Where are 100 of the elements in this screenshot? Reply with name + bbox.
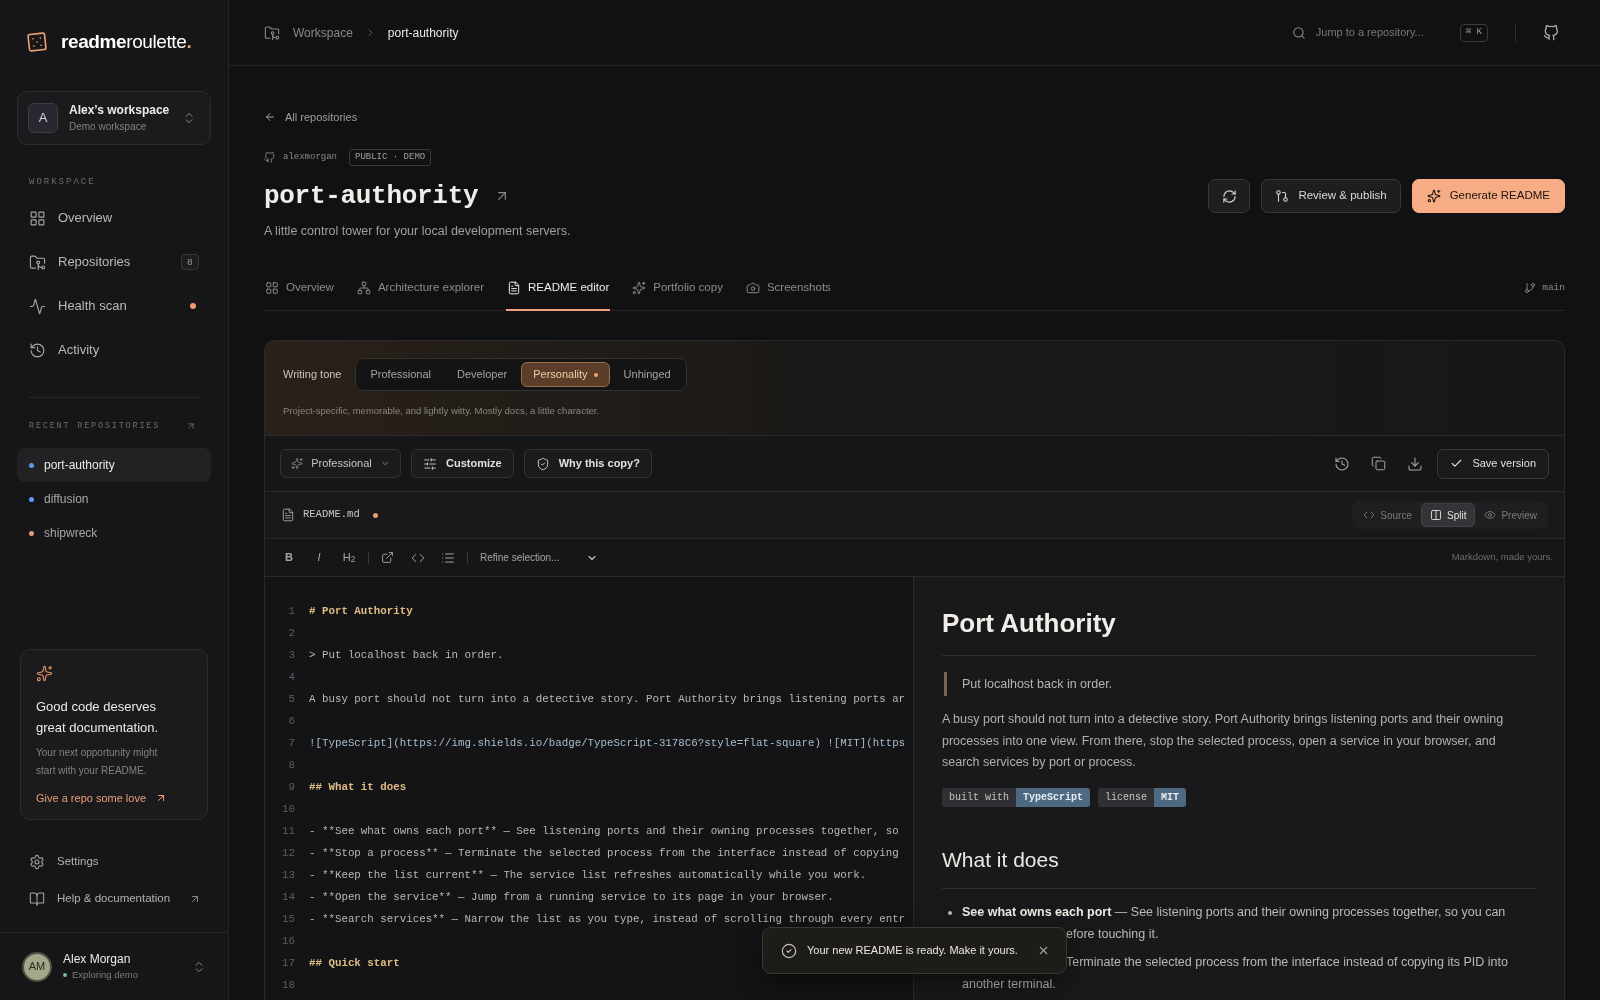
tab[interactable]: Architecture explorer xyxy=(355,267,486,311)
external-link-icon[interactable] xyxy=(381,551,394,564)
download-icon[interactable] xyxy=(1407,455,1424,472)
toolbar-button[interactable]: Customize xyxy=(411,449,514,478)
search-icon[interactable] xyxy=(1291,25,1306,40)
view-tab[interactable]: Preview xyxy=(1475,503,1546,527)
line-number: 2 xyxy=(287,625,295,641)
line-number: 12 xyxy=(281,845,295,861)
generate-button[interactable]: Generate README xyxy=(1411,179,1565,213)
tab[interactable]: Screenshots xyxy=(744,267,832,311)
line-number: 8 xyxy=(287,757,295,773)
branch-icon xyxy=(1524,282,1537,294)
file-name: README.md xyxy=(303,507,360,523)
nav-item[interactable]: Overview xyxy=(17,196,211,240)
breadcrumb-link[interactable]: port-authority xyxy=(387,23,459,42)
repo-description: A little control tower for your local development servers. xyxy=(264,223,571,240)
line-number: 10 xyxy=(281,801,295,817)
grid-icon xyxy=(265,281,279,295)
code-line: # Port Authority xyxy=(309,603,413,619)
refine-select[interactable]: Refine selection... xyxy=(480,550,598,565)
tone-description: Project-specific, memorable, and lightly witty. Mostly docs, a little character. xyxy=(283,405,600,417)
line-number: 9 xyxy=(287,779,295,795)
history-icon[interactable] xyxy=(1334,455,1351,472)
tone-option[interactable]: Personality xyxy=(521,362,610,387)
pull-request-icon xyxy=(1275,189,1290,203)
arrow-up-right-icon[interactable] xyxy=(186,421,196,431)
repo-title: port-authority xyxy=(264,180,479,213)
code-line: - **Keep the list current** — The service list refreshes automatically while you work. xyxy=(309,867,867,883)
promo-text: Your next opportunity might start with your README. xyxy=(36,746,159,778)
nav-item[interactable]: Activity xyxy=(17,328,211,372)
line-number: 17 xyxy=(281,955,295,971)
tab[interactable]: Portfolio copy xyxy=(631,267,724,311)
dice-logo-icon xyxy=(24,29,50,55)
section-label: WORKSPACE xyxy=(29,176,96,188)
tone-option[interactable]: Professional xyxy=(358,362,444,387)
nav-item[interactable]: Health scan xyxy=(17,284,211,328)
repo-item[interactable]: shipwreck xyxy=(17,516,211,550)
tone-option[interactable]: Developer xyxy=(445,362,520,387)
code-line: - **See what owns each port** — See listening ports and their owning processes together, so xyxy=(309,823,899,839)
line-number: 18 xyxy=(281,977,295,993)
copy-icon[interactable] xyxy=(1371,456,1387,471)
code-line: A busy port should not turn into a detective story. Port Authority brings listening ports ar xyxy=(309,691,906,707)
workspace-avatar: A xyxy=(28,103,58,133)
line-number: 13 xyxy=(281,867,295,883)
preview-title: Port Authority xyxy=(942,607,1116,640)
refresh-icon xyxy=(1221,188,1237,204)
view-tab[interactable]: Source xyxy=(1354,503,1421,527)
tab[interactable]: README editor xyxy=(506,267,611,311)
repo-item[interactable]: diffusion xyxy=(17,482,211,516)
heading-button[interactable]: H$_{2}$ xyxy=(338,546,360,569)
nav-item[interactable]: Help & documentation xyxy=(17,880,211,917)
promo-title: Good code deserves great documentation. xyxy=(36,698,160,737)
list-icon[interactable] xyxy=(441,550,455,565)
line-number: 3 xyxy=(287,647,295,663)
back-link[interactable]: All repositories xyxy=(264,109,358,125)
check-circle-icon xyxy=(781,942,797,959)
list-item-text: another terminal. xyxy=(962,976,1056,994)
history-icon xyxy=(29,341,46,359)
tone-label: Writing tone xyxy=(283,367,342,383)
tab[interactable]: Overview xyxy=(264,267,335,311)
github-icon[interactable] xyxy=(1543,24,1559,41)
github-icon xyxy=(264,152,275,163)
nav-item[interactable]: Repositories 8 xyxy=(17,240,211,284)
promo-link[interactable]: Give a repo some love xyxy=(36,790,168,806)
save-version-button[interactable]: Save version xyxy=(1437,448,1549,479)
italic-button[interactable]: I xyxy=(308,546,330,569)
toolbar-button[interactable]: Why this copy? xyxy=(523,449,652,478)
close-icon[interactable] xyxy=(1037,944,1050,957)
code-line: - **Open the service** — Jump from a running service to its page in your browser. xyxy=(309,889,834,905)
folder-icon xyxy=(264,24,280,41)
tone-option[interactable]: Unhinged xyxy=(611,362,683,387)
branch-name: main xyxy=(1542,280,1565,295)
camera-icon xyxy=(745,281,760,295)
search-field[interactable]: Jump to a repository... xyxy=(1315,24,1432,41)
badge-label: license xyxy=(1098,787,1155,807)
code-line: - **Search services** — Narrow the list as you type, instead of scrolling through every entr xyxy=(309,911,906,927)
owner-name: alexmorgan xyxy=(283,150,337,164)
line-number: 1 xyxy=(287,603,295,619)
code-icon xyxy=(1363,509,1376,521)
view-tab[interactable]: Split xyxy=(1420,503,1476,527)
refresh-button[interactable] xyxy=(1208,179,1251,213)
sparkle-icon xyxy=(632,281,647,295)
preset-dropdown[interactable]: Professional xyxy=(280,449,401,478)
workspace-switcher[interactable]: A Alex’s workspace Demo workspace xyxy=(17,91,211,145)
line-number: 15 xyxy=(281,911,295,927)
grid-icon xyxy=(29,209,46,227)
sparkle-icon xyxy=(291,457,304,470)
user-menu[interactable]: AM Alex Morgan Exploring demo xyxy=(0,933,228,1000)
list-item-text: See what owns each port — See listening ports and their owning processes together, so you can xyxy=(962,904,1506,922)
columns-icon xyxy=(1429,509,1442,521)
book-icon xyxy=(29,890,45,907)
nav-item[interactable]: Settings xyxy=(17,843,211,880)
check-icon xyxy=(1450,457,1464,470)
breadcrumb-link[interactable]: Workspace xyxy=(293,23,353,42)
review-button[interactable]: Review & publish xyxy=(1261,179,1401,213)
section-label: RECENT REPOSITORIES xyxy=(29,420,161,432)
bold-button[interactable]: B xyxy=(278,546,300,569)
repo-item[interactable]: port-authority xyxy=(17,448,211,482)
shortcut-key: ⌘ K xyxy=(1459,23,1488,42)
preview-paragraph: A busy port should not turn into a detective story. Port Authority brings listening ports and their owning processes into one view. From there, stop the selected process, open a service in your browser, and search services by port or process. xyxy=(942,711,1505,771)
